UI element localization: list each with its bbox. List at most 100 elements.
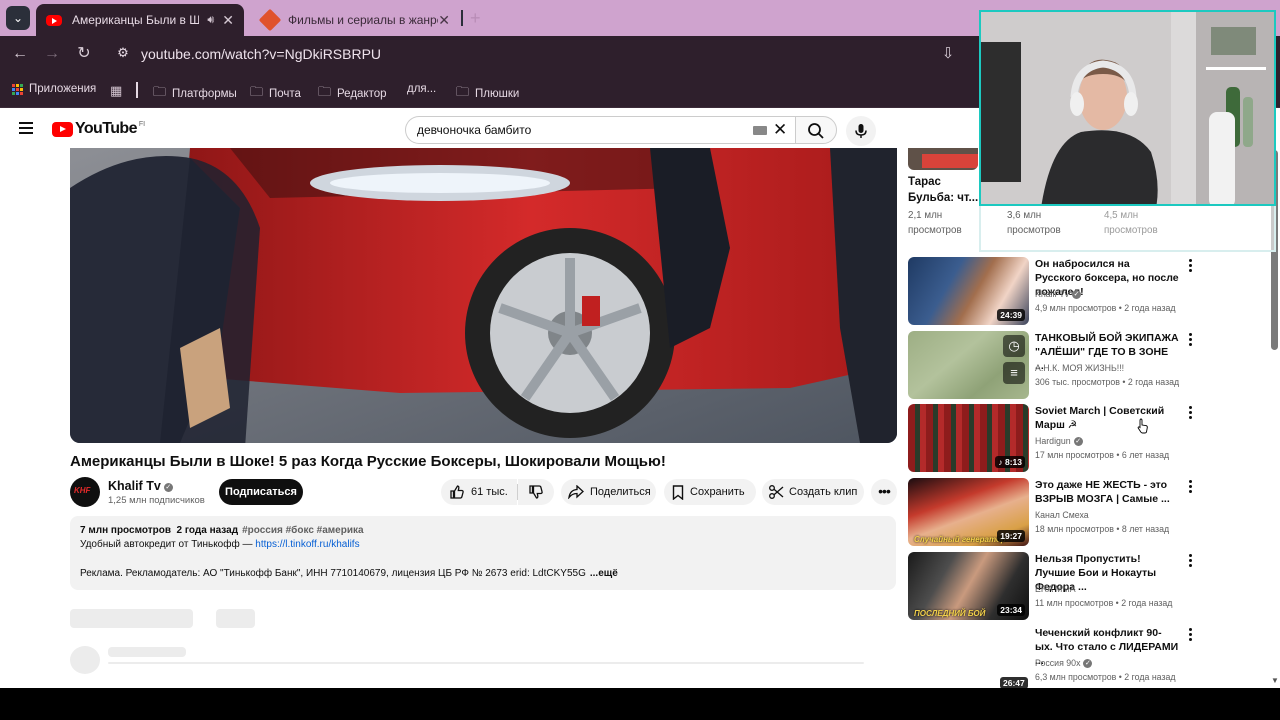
speaker-icon[interactable]: 🔊︎ [207,14,214,27]
view-count: 7 млн просмотров [80,525,171,536]
video-thumbnail[interactable]: Случайный генератор 19:27 [908,478,1029,546]
youtube-logo[interactable]: YouTube FI [52,120,145,138]
recommendation-channel[interactable]: Канал Смеха [1035,510,1089,520]
more-actions-icon[interactable]: ••• [871,479,897,505]
recommendation-channel[interactable]: ERA MMA [1035,584,1076,594]
tab-groups-icon[interactable]: ▦ [110,83,128,99]
recommendation-item[interactable]: ПОСЛЕДНИЙ БОЙ 23:34 Нельзя Пропустить! Луч… [908,552,1198,622]
install-app-icon[interactable]: ⇩ [938,44,958,64]
bookmark-folder-platforms[interactable]: 🗀 Платформы [153,83,237,105]
description-promo: Удобный автокредит от Тинькофф — https:/… [80,539,360,550]
recommendation-item[interactable]: ♪ 8:13 Soviet March | Советский Марш ☭ Har… [908,404,1198,474]
like-count: 61 тыс. [471,486,508,498]
channel-avatar[interactable] [70,477,100,507]
search-button[interactable] [795,116,837,144]
forward-icon[interactable]: → [42,44,62,64]
tab-films[interactable]: Фильмы и сериалы в жанре К ✕ [250,4,460,36]
verified-icon: ✓ [1083,659,1093,668]
address-bar[interactable]: youtube.com/watch?v=NgDkiRSBRPU [141,46,381,62]
tab-youtube[interactable]: Американцы Были в Шок 🔊︎ ✕ [36,4,244,36]
menu-icon[interactable] [19,122,33,134]
more-options-icon[interactable] [1188,259,1194,273]
mouse-cursor-icon [1137,418,1149,439]
video-thumbnail[interactable]: ◷ ≡ [908,331,1029,399]
recommendation-item[interactable]: ◷ ≡ ТАНКОВЫЙ БОЙ ЭКИПАЖА "АЛЁШИ" ГДЕ ТО В … [908,331,1198,401]
tab-search-button[interactable]: ⌄ [6,6,30,30]
promo-text: Удобный автокредит от Тинькофф — [80,539,253,550]
like-button[interactable]: 61 тыс. [441,479,517,505]
recommendation-meta: 17 млн просмотров • 6 лет назад [1035,450,1170,460]
new-tab-icon[interactable]: + [470,8,481,29]
loading-placeholder [108,647,186,657]
recommendation-channel[interactable]: Khalif Tv ✓ [1035,289,1082,299]
more-options-icon[interactable] [1188,480,1194,494]
reload-icon[interactable]: ↻ [74,44,94,64]
channel-name[interactable]: Khalif Tv ✓ [108,479,173,493]
share-button[interactable]: Поделиться [561,479,656,505]
recommendation-meta: 306 тыс. просмотров • 2 года назад [1035,377,1180,387]
bookmark-apps[interactable]: Приложения [12,83,96,95]
recommendation-meta: 4,9 млн просмотров • 2 года назад [1035,303,1176,313]
search-input[interactable]: девчоночка бамбито ✕ [405,116,795,144]
recommendation-item[interactable]: Случайный генератор 19:27 Это даже НЕ ЖЕСТ… [908,478,1198,548]
bookmark-label: Плюшки [475,88,520,100]
show-more-link[interactable]: ...ещё [590,568,618,579]
recommendation-channel[interactable]: А.Н.К. МОЯ ЖИЗНЬ!!! [1035,363,1124,373]
bookmark-folder-mail[interactable]: 🗀 Почта [250,83,301,105]
shorts-thumbnail[interactable] [908,148,978,170]
scroll-down-icon[interactable]: ▼ [1270,676,1280,685]
recommendation-title[interactable]: Soviet March | Советский Марш ☭ [1035,404,1179,432]
description-box[interactable]: 7 млн просмотров 2 года назад #россия #бо… [70,516,896,590]
more-options-icon[interactable] [1188,333,1194,347]
upload-age: 2 года назад [176,525,239,536]
bookmark-for[interactable]: для... [407,83,436,95]
recommendation-item[interactable]: 26:47 Чеченский конфликт 90-ых. Что стало… [908,626,1198,688]
ad-text: Реклама. Рекламодатель: АО "Тинькофф Бан… [80,568,586,579]
recommendation-channel[interactable]: Hardigun ✓ [1035,436,1083,446]
keyboard-icon[interactable] [753,126,767,135]
bookmark-folder-editor[interactable]: 🗀 Редактор [318,83,387,105]
apps-icon [12,83,23,95]
loading-placeholder [70,609,193,628]
bookmark-folder-plushki[interactable]: 🗀 Плюшки [456,83,519,105]
more-options-icon[interactable] [1188,554,1194,568]
bookmark-label: Редактор [337,88,387,100]
microphone-icon [855,124,867,138]
more-options-icon[interactable] [1188,406,1194,420]
save-button[interactable]: Сохранить [664,479,756,505]
video-thumbnail[interactable]: ♪ 8:13 [908,404,1029,472]
recommendation-title[interactable]: Это даже НЕ ЖЕСТЬ - это ВЗРЫВ МОЗГА | Са… [1035,478,1179,506]
video-thumbnail[interactable]: 24:39 [908,257,1029,325]
promo-link[interactable]: https://l.tinkoff.ru/khalifs [255,539,359,550]
screen: ⌄ Американцы Были в Шок 🔊︎ ✕ Фильмы и се… [0,0,1280,688]
clear-search-icon[interactable]: ✕ [773,120,787,140]
verified-icon: ✓ [1072,290,1082,299]
close-tab-icon[interactable]: ✕ [438,12,450,29]
video-thumbnail[interactable]: ПОСЛЕДНИЙ БОЙ 23:34 [908,552,1029,620]
close-tab-icon[interactable]: ✕ [222,12,234,29]
clip-button[interactable]: Создать клип [762,479,864,505]
share-icon [568,485,584,499]
recommendation-channel[interactable]: Россия 90х ✓ [1035,658,1093,668]
bookmark-label: для... [407,83,437,95]
views-count: 3,6 млн [1007,210,1042,221]
bottom-black-bar [0,688,1280,720]
voice-search-button[interactable] [846,116,876,146]
add-to-queue-icon[interactable]: ≡ [1003,362,1025,384]
more-options-icon[interactable] [1188,628,1194,642]
shorts-title[interactable]: Тарас Бульба: чт... [908,174,980,206]
folder-icon: 🗀 [318,84,332,99]
back-icon[interactable]: ← [10,44,30,64]
hashtags[interactable]: #россия #бокс #америка [242,525,364,536]
folder-icon: 🗀 [456,84,470,99]
dislike-button[interactable] [518,479,554,505]
video-player[interactable] [70,148,897,443]
recommendation-item[interactable]: 24:39 Он набросился на Русского боксера, … [908,257,1198,327]
subscribe-button[interactable]: Подписаться [219,479,303,505]
recommendation-meta: 11 млн просмотров • 2 года назад [1035,598,1173,608]
clock-icon[interactable]: ◷ [1003,335,1025,357]
thumbs-down-icon [529,485,543,499]
site-info-icon[interactable]: ⚙ [114,45,132,63]
verified-icon: ✓ [163,483,173,492]
folder-icon: 🗀 [153,84,167,99]
